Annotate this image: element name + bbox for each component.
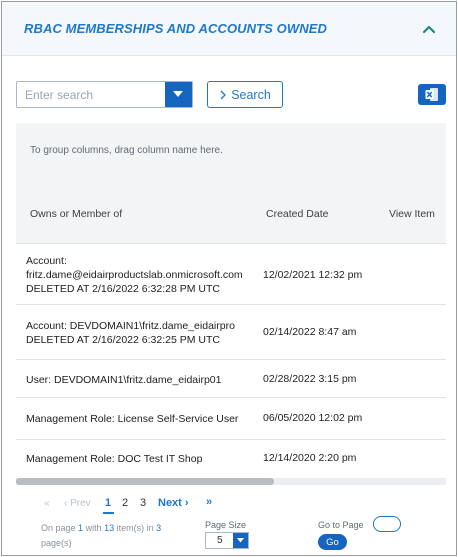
search-button[interactable]: Search [207,81,283,108]
double-chevron-left-icon: « [44,498,50,509]
next-page-link[interactable]: Next › [158,497,189,509]
column-header-created-date[interactable]: Created Date [266,208,328,220]
goto-page-input[interactable] [373,516,401,532]
search-box [16,81,193,108]
table-row[interactable]: Management Role: DOC Test IT Shop 12/14/… [16,439,446,478]
export-excel-button[interactable] [418,84,446,105]
data-grid: To group columns, drag column name here.… [16,123,446,485]
double-chevron-right-icon[interactable]: » [206,496,212,508]
caret-down-icon [173,91,183,97]
page-link-3[interactable]: 3 [140,497,146,509]
owner-cell: Management Role: DOC Test IT Shop [26,453,203,465]
go-button[interactable]: Go [318,534,347,550]
owner-cell: Management Role: License Self-Service Us… [26,413,239,425]
owner-cell: Account: fritz.dame@eidairproductslab.on… [26,255,243,295]
page-info: On page 1 with 13 item(s) in 3 page(s) [41,523,162,548]
created-date-cell: 12/02/2021 12:32 pm [263,269,363,281]
owner-cell: Account: DEVDOMAIN1\fritz.dame_eidairpro… [26,320,235,346]
page-size-select[interactable]: 5 [205,532,249,549]
panel-header[interactable]: RBAC MEMBERSHIPS AND ACCOUNTS OWNED [2,2,456,56]
group-drop-zone[interactable]: To group columns, drag column name here. [30,145,223,156]
excel-icon [425,88,438,101]
active-page-indicator [103,512,114,514]
goto-page-label: Go to Page [318,520,364,530]
page-link-2[interactable]: 2 [122,497,128,509]
rbac-panel: RBAC MEMBERSHIPS AND ACCOUNTS OWNED Sear… [1,1,457,556]
search-input[interactable] [17,82,165,107]
panel-title: RBAC MEMBERSHIPS AND ACCOUNTS OWNED [24,21,327,36]
column-header-view-item[interactable]: View Item [389,208,435,220]
search-button-label: Search [231,87,271,102]
table-row[interactable]: User: DEVDOMAIN1\fritz.dame_eidairp01 02… [16,359,446,397]
column-header-owns[interactable]: Owns or Member of [30,208,122,220]
created-date-cell: 06/05/2020 12:02 pm [263,412,363,424]
page-size-label: Page Size [205,520,247,530]
scrollbar-thumb[interactable] [16,478,274,485]
table-row[interactable]: Account: fritz.dame@eidairproductslab.on… [16,243,446,304]
page-link-1[interactable]: 1 [105,497,111,509]
prev-page-link: ‹ Prev [64,498,91,509]
created-date-cell: 12/14/2020 2:20 pm [263,452,357,464]
chevron-right-icon [220,90,227,99]
chevron-up-icon[interactable] [421,22,437,36]
table-row[interactable]: Management Role: License Self-Service Us… [16,397,446,439]
horizontal-scrollbar[interactable] [16,478,446,485]
pagination: « ‹ Prev 1 2 3 Next › » On page 1 with 1… [2,492,456,552]
owner-cell: User: DEVDOMAIN1\fritz.dame_eidairp01 [26,374,222,386]
page-size-value: 5 [217,535,223,546]
table-row[interactable]: Account: DEVDOMAIN1\fritz.dame_eidairpro… [16,304,446,359]
created-date-cell: 02/14/2022 8:47 am [263,326,357,338]
created-date-cell: 02/28/2022 3:15 pm [263,373,357,385]
caret-down-icon [237,538,244,543]
search-scope-dropdown[interactable] [165,82,192,107]
page-size-dropdown-button[interactable] [233,533,248,548]
